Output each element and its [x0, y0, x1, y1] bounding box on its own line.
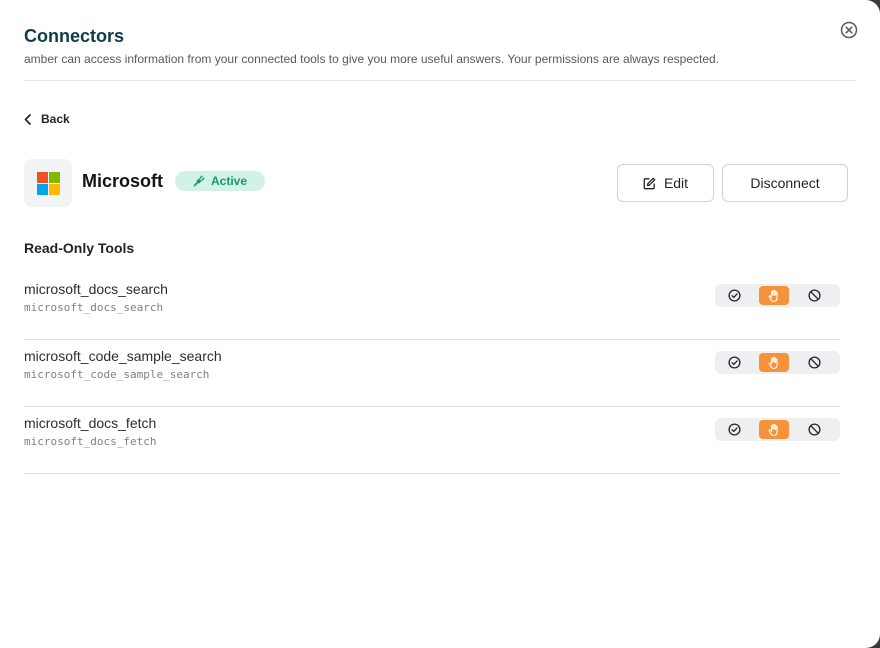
permission-selector	[715, 418, 840, 441]
close-circle-icon	[840, 21, 858, 39]
back-label: Back	[41, 112, 70, 126]
permission-selector	[715, 284, 840, 307]
permission-deny-button[interactable]	[799, 286, 829, 305]
block-icon	[807, 356, 821, 369]
tool-row: microsoft_code_sample_search microsoft_c…	[24, 340, 840, 407]
status-label: Active	[211, 174, 248, 188]
chevron-left-icon	[24, 113, 31, 125]
edit-icon	[643, 177, 656, 189]
disconnect-label: Disconnect	[750, 175, 820, 191]
permission-allow-button[interactable]	[719, 353, 749, 372]
disconnect-button[interactable]: Disconnect	[722, 164, 848, 202]
connector-name: Microsoft	[82, 171, 163, 191]
permission-ask-button[interactable]	[759, 353, 789, 372]
close-button[interactable]	[840, 21, 858, 39]
tool-id: microsoft_code_sample_search	[24, 368, 210, 381]
tool-name: microsoft_docs_fetch	[24, 415, 157, 431]
permission-ask-button[interactable]	[759, 286, 789, 305]
block-icon	[807, 423, 821, 436]
hand-icon	[768, 356, 778, 369]
edit-label: Edit	[663, 175, 689, 191]
permission-allow-button[interactable]	[719, 286, 749, 305]
check-circle-icon	[727, 423, 741, 436]
page-title: Connectors	[24, 26, 125, 46]
section-title: Read-Only Tools	[24, 240, 135, 256]
check-circle-icon	[727, 356, 741, 369]
permission-selector	[715, 351, 840, 374]
tool-row: microsoft_docs_search microsoft_docs_sea…	[24, 273, 840, 340]
hand-icon	[768, 423, 778, 436]
connector-logo	[24, 159, 72, 207]
page-subtitle: amber can access information from your c…	[24, 52, 720, 66]
tool-name: microsoft_code_sample_search	[24, 348, 222, 364]
check-circle-icon	[727, 289, 741, 302]
permission-deny-button[interactable]	[799, 353, 829, 372]
back-button[interactable]: Back	[24, 112, 70, 126]
microsoft-logo-icon	[36, 171, 60, 195]
status-badge: Active	[175, 171, 265, 191]
tool-row: microsoft_docs_fetch microsoft_docs_fetc…	[24, 407, 840, 474]
header-divider	[24, 80, 856, 81]
permission-allow-button[interactable]	[719, 420, 749, 439]
block-icon	[807, 289, 821, 302]
edit-button[interactable]: Edit	[617, 164, 714, 202]
tool-name: microsoft_docs_search	[24, 281, 168, 297]
tool-id: microsoft_docs_fetch	[24, 435, 157, 448]
tool-id: microsoft_docs_search	[24, 301, 164, 314]
hand-icon	[768, 289, 778, 302]
permission-ask-button[interactable]	[759, 420, 789, 439]
connectors-modal: Connectors amber can access information …	[0, 0, 880, 648]
plug-icon	[193, 175, 205, 187]
permission-deny-button[interactable]	[799, 420, 829, 439]
